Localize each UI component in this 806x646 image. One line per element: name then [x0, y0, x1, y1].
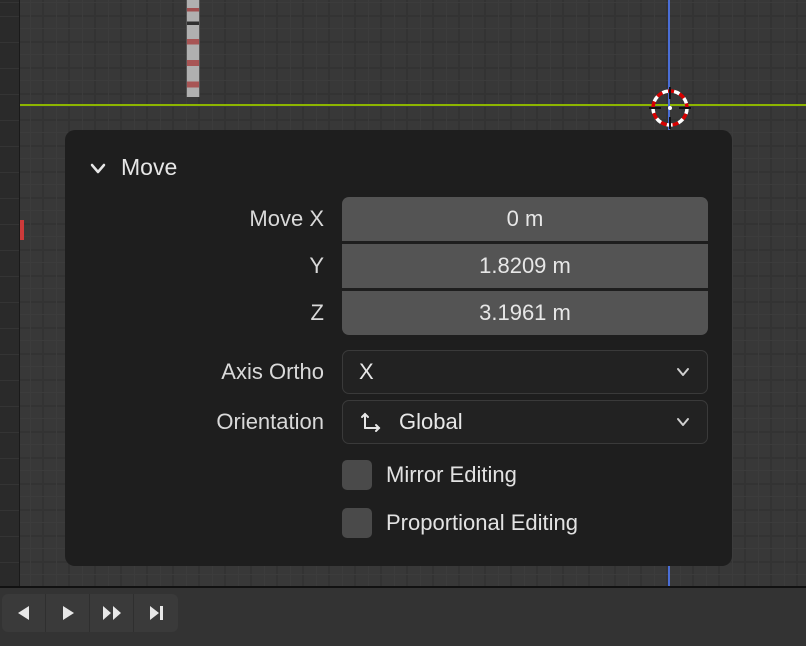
orientation-label: Orientation [89, 409, 342, 435]
play-button[interactable] [46, 594, 90, 632]
jump-to-end-button[interactable] [134, 594, 178, 632]
orientation-axes-icon [359, 410, 383, 434]
chevron-down-icon [675, 364, 691, 380]
axis-ortho-dropdown[interactable]: X [342, 350, 708, 394]
move-y-field[interactable]: 1.8209 m [342, 244, 708, 288]
left-gutter-grid [0, 0, 19, 586]
axis-x-edge [20, 220, 24, 240]
panel-header[interactable]: Move [89, 144, 708, 197]
jump-keyframe-button[interactable] [90, 594, 134, 632]
left-gutter [0, 0, 20, 586]
play-reverse-button[interactable] [2, 594, 46, 632]
timeline-bar [0, 586, 806, 646]
operator-panel-move: Move Move X 0 m Y 1.8209 m Z 3.1961 m Ax… [65, 130, 732, 566]
mesh-object[interactable] [186, 0, 200, 97]
axis-ortho-label: Axis Ortho [89, 359, 342, 385]
mirror-editing-checkbox[interactable] [342, 460, 372, 490]
move-x-field[interactable]: 0 m [342, 197, 708, 241]
move-z-field[interactable]: 3.1961 m [342, 291, 708, 335]
orientation-value: Global [399, 409, 675, 435]
mirror-editing-label[interactable]: Mirror Editing [386, 462, 517, 488]
axis-ortho-value: X [359, 359, 675, 385]
playback-controls [2, 594, 178, 632]
axis-y-line [20, 104, 806, 106]
chevron-down-icon [675, 414, 691, 430]
move-z-label: Z [89, 300, 342, 326]
move-x-label: Move X [89, 206, 342, 232]
move-y-label: Y [89, 253, 342, 279]
proportional-editing-checkbox[interactable] [342, 508, 372, 538]
proportional-editing-label[interactable]: Proportional Editing [386, 510, 578, 536]
viewport-3d[interactable]: Move Move X 0 m Y 1.8209 m Z 3.1961 m Ax… [20, 0, 806, 586]
orientation-dropdown[interactable]: Global [342, 400, 708, 444]
panel-title: Move [121, 154, 177, 181]
chevron-down-icon [89, 159, 107, 177]
